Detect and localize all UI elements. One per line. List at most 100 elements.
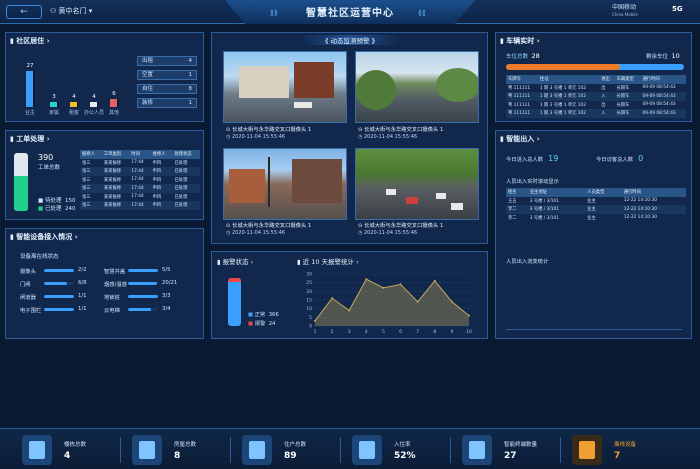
access-cell: 业主 xyxy=(587,198,596,204)
workorder-cell: 已处理 xyxy=(172,167,200,176)
location-selector[interactable]: ⚇ 黄中名门 ▾ xyxy=(50,6,92,16)
access-trend-axis xyxy=(506,329,682,330)
device-meter xyxy=(128,295,158,298)
data-point xyxy=(382,286,385,289)
access-row[interactable]: 李二 3 号楼 / 3/101 业主 12-22 14:10:30 xyxy=(506,205,686,214)
location-label: 黄中名门 xyxy=(58,7,87,15)
footer-divider xyxy=(230,437,231,463)
vehicle-cell: 入 xyxy=(599,109,615,118)
footer-stat-label: 离线设备 xyxy=(614,442,637,448)
workorder-row[interactable]: 张三 某某报修 17:44 申四 已处理 xyxy=(80,176,200,185)
device-meter-fill xyxy=(128,308,151,311)
workorder-row[interactable]: 张三 某某报修 17:44 申四 已处理 xyxy=(80,184,200,193)
workorder-panel: ▮ 工单处理 › 390 工单总数 ■ 待处理 150 ■ 已处理 240 报修… xyxy=(5,130,204,220)
workorder-row[interactable]: 张三 某某报修 17:44 申四 已处理 xyxy=(80,193,200,202)
workorder-row[interactable]: 张三 某某报修 17:44 申四 已处理 xyxy=(80,167,200,176)
vehicle-cell: 长期车 xyxy=(614,109,641,118)
vehicle-cell: 09-09 08:54:43 xyxy=(640,92,686,101)
camera-feed-4[interactable] xyxy=(355,148,479,220)
access-header: 姓名 xyxy=(506,188,528,197)
community-title: ▮ 社区居住 › xyxy=(10,37,50,45)
y-tick-label: 15 xyxy=(306,298,312,304)
footer-stat-label: 楼栋总数 xyxy=(64,442,87,448)
workorder-header: 报修人 xyxy=(80,150,102,159)
vehicle-total: 车位总数 28 xyxy=(506,52,540,60)
community-row-label: 出租 xyxy=(142,58,154,64)
access-row[interactable]: 王五 3 号楼 / 3/101 业主 12-22 14:10:30 xyxy=(506,197,686,206)
vehicle-cell: 1 期 3 号楼 1 单元 102 xyxy=(539,102,586,108)
title-deco-left-icon: ⟫⟫ xyxy=(270,9,278,17)
vehicle-cell: 入 xyxy=(599,92,615,101)
footer-stat-label: 智能终端数量 xyxy=(504,442,538,448)
warning-icon xyxy=(572,435,602,465)
device-meter-fill xyxy=(128,269,158,272)
access-row[interactable]: 李二 3 号楼 / 3/101 业主 12-22 14:10:30 xyxy=(506,214,686,223)
access-today-out: 今日访客总人数 0 xyxy=(596,154,644,163)
building-shape xyxy=(229,169,265,203)
device-meter xyxy=(128,282,158,285)
car-shape xyxy=(294,102,312,108)
workorder-cell: 已处理 xyxy=(174,160,188,166)
vehicle-header: 车辆类型 xyxy=(614,75,641,84)
workorder-cell: 张三 xyxy=(82,160,91,166)
x-tick-label: 3 xyxy=(348,329,351,335)
camera-1-time: ◷ 2020-11-04 15:55:46 xyxy=(226,134,286,140)
workorder-row[interactable]: 张三 某某报修 17:44 申四 已处理 xyxy=(80,201,200,210)
workorder-cell: 张三 xyxy=(82,194,91,200)
device-meter xyxy=(128,308,158,311)
occupancy-chart-icon-glyph xyxy=(359,441,375,459)
camera-feed-2[interactable] xyxy=(355,51,479,123)
camera-feed-1[interactable] xyxy=(223,51,347,123)
device-value: 5/5 xyxy=(162,267,171,273)
vehicle-occupancy-bar xyxy=(506,64,684,70)
car-shape xyxy=(451,203,463,210)
device-meter xyxy=(128,269,158,272)
workorder-cell: 17:44 xyxy=(129,201,151,210)
data-point xyxy=(365,278,368,281)
alarm-panel: ▮ 报警状态 › ▮ 近 10 天报警统计 › ■ 正常 366 ■ 报警 24… xyxy=(211,251,488,339)
workorder-cell: 某某报修 xyxy=(101,184,130,193)
vehicle-cell: 长期车 xyxy=(616,85,630,91)
y-tick-label: 25 xyxy=(306,280,312,286)
building-shape xyxy=(292,159,342,203)
workorder-cell: 已处理 xyxy=(174,194,188,200)
brand-name: 中国移动 xyxy=(612,4,637,11)
device-name: 云电梯 xyxy=(104,308,120,314)
vehicle-row[interactable]: 粤 111111 1 期 3 号楼 1 单元 102 出 长期车 09-09 08:54… xyxy=(506,101,686,110)
vehicle-row[interactable]: 粤 111111 1 期 3 号楼 1 单元 102 入长期车 09-09 08:54… xyxy=(506,109,686,118)
device-meter-fill xyxy=(128,282,157,285)
workorder-cell: 张三 xyxy=(80,201,102,210)
vehicle-row[interactable]: 粤 111111 1 期 3 号楼 1 单元 102 出 长期车 09-09 08:54… xyxy=(506,84,686,93)
alarm-status-title: ▮ 报警状态 › xyxy=(217,258,254,266)
data-point xyxy=(399,283,402,286)
device-name: 门闸 xyxy=(20,282,31,288)
brand-logo: 中国移动 China Mobile xyxy=(612,4,638,18)
lamp-post xyxy=(268,157,270,207)
workorder-cylinder xyxy=(14,153,28,211)
x-tick-label: 5 xyxy=(382,329,385,335)
tree-shape xyxy=(436,68,478,102)
back-button[interactable]: ← xyxy=(6,5,42,19)
device-meter-fill xyxy=(44,308,74,311)
alarm-alarm-legend: ■ 报警 24 xyxy=(248,321,276,327)
x-tick-label: 1 xyxy=(314,329,317,335)
car-shape xyxy=(436,193,446,199)
workorder-row[interactable]: 张三 某某报修 17:44 申四 已处理 xyxy=(80,159,200,168)
access-cell: 业主 xyxy=(585,205,622,214)
device-meter xyxy=(44,308,74,311)
footer-stat-value: 4 xyxy=(64,451,71,461)
community-row: 出租 4 xyxy=(137,56,197,66)
vehicle-occupancy-fill xyxy=(506,64,620,70)
community-bar xyxy=(110,99,117,107)
workorder-header: 维修人 xyxy=(150,150,173,159)
camera-feed-3[interactable] xyxy=(223,148,347,220)
access-realtime-label: 人员出入实时滚动显示 xyxy=(506,179,559,185)
footer-stats: 楼栋总数 4 房屋总数 8 住户总数 89 入住率 52% 智能终端数量 27 离线设备 7 xyxy=(0,428,700,469)
community-row: 装修 1 xyxy=(137,98,197,108)
vehicle-row[interactable]: 粤 111111 1 期 3 号楼 1 单元 102 入长期车 09-09 08:54… xyxy=(506,92,686,101)
access-cell: 业主 xyxy=(587,215,596,221)
alarm-stats-title: ▮ 近 10 天报警统计 › xyxy=(297,258,359,266)
workorder-cell: 张三 xyxy=(80,167,102,176)
community-bar xyxy=(70,102,77,107)
workorder-cell: 已处理 xyxy=(172,201,200,210)
